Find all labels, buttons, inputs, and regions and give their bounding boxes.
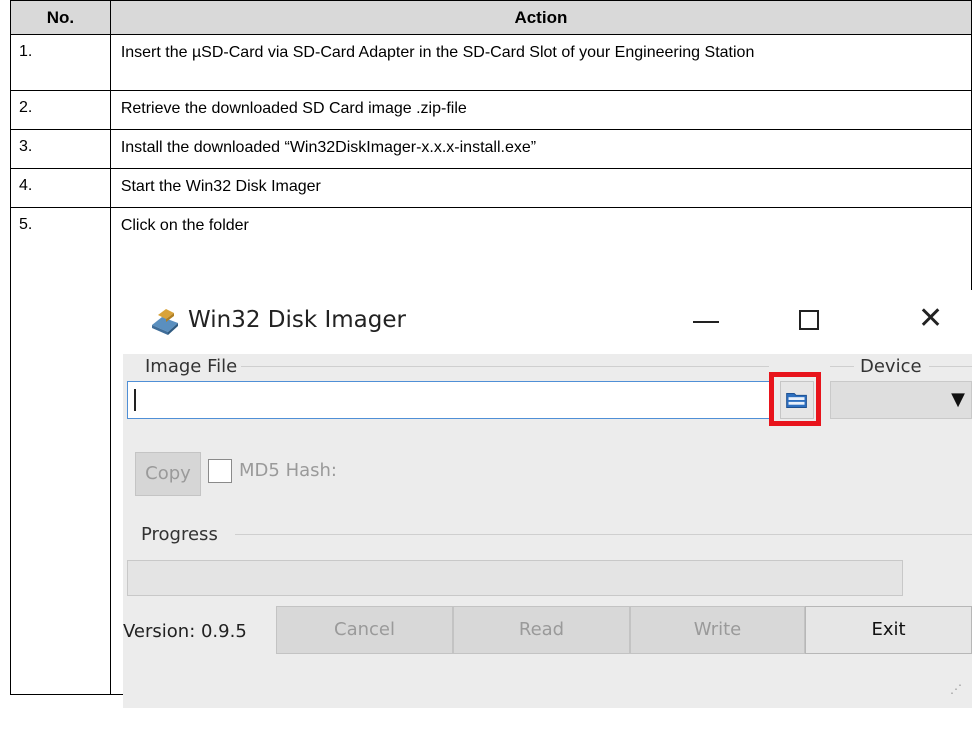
table-row: 4. Start the Win32 Disk Imager <box>10 168 972 208</box>
minimize-icon[interactable] <box>693 321 719 323</box>
title-bar: Win32 Disk Imager ✕ <box>123 290 972 354</box>
header-no: No. <box>10 0 111 35</box>
table-header-row: No. Action <box>10 0 972 35</box>
window-title: Win32 Disk Imager <box>188 307 406 333</box>
step-number: 5. <box>10 207 111 695</box>
write-button[interactable]: Write <box>630 606 805 654</box>
read-button[interactable]: Read <box>453 606 630 654</box>
step-action: Install the downloaded “Win32DiskImager-… <box>109 129 972 169</box>
group-divider <box>241 366 769 367</box>
table-row: 2. Retrieve the downloaded SD Card image… <box>10 90 972 130</box>
copy-button[interactable]: Copy <box>135 452 201 496</box>
group-divider <box>235 534 972 535</box>
chevron-down-icon: ▼ <box>951 389 965 410</box>
table-row: 1. Insert the µSD-Card via SD-Card Adapt… <box>10 34 972 91</box>
step-number: 2. <box>10 90 111 130</box>
group-divider <box>830 366 854 367</box>
table-row: 3. Install the downloaded “Win32DiskImag… <box>10 129 972 169</box>
maximize-icon[interactable] <box>799 310 819 330</box>
md5-label: MD5 Hash: <box>239 460 337 481</box>
step-action: Insert the µSD-Card via SD-Card Adapter … <box>109 34 972 91</box>
step-action: Retrieve the downloaded SD Card image .z… <box>109 90 972 130</box>
highlight-box <box>769 372 821 426</box>
cancel-button[interactable]: Cancel <box>276 606 453 654</box>
text-caret <box>134 389 136 411</box>
version-label: Version: 0.9.5 <box>123 621 247 642</box>
disk-imager-window: Win32 Disk Imager ✕ Image File Device ▼ … <box>123 290 972 708</box>
window-body: Image File Device ▼ Copy MD5 Hash: Progr… <box>123 354 972 708</box>
disk-imager-icon <box>152 309 178 335</box>
image-file-label: Image File <box>145 356 238 377</box>
close-icon[interactable]: ✕ <box>918 302 943 336</box>
step-number: 4. <box>10 168 111 208</box>
progress-label: Progress <box>141 524 218 545</box>
image-file-input[interactable] <box>127 381 773 419</box>
step-action: Start the Win32 Disk Imager <box>109 168 972 208</box>
header-action: Action <box>109 0 972 35</box>
step-number: 1. <box>10 34 111 91</box>
resize-grip-icon[interactable]: ⋰ <box>950 682 962 696</box>
md5-checkbox[interactable] <box>208 459 232 483</box>
step-number: 3. <box>10 129 111 169</box>
group-divider <box>929 366 972 367</box>
progress-bar <box>127 560 903 596</box>
exit-button[interactable]: Exit <box>805 606 972 654</box>
device-select[interactable]: ▼ <box>830 381 972 419</box>
device-label: Device <box>860 356 922 377</box>
